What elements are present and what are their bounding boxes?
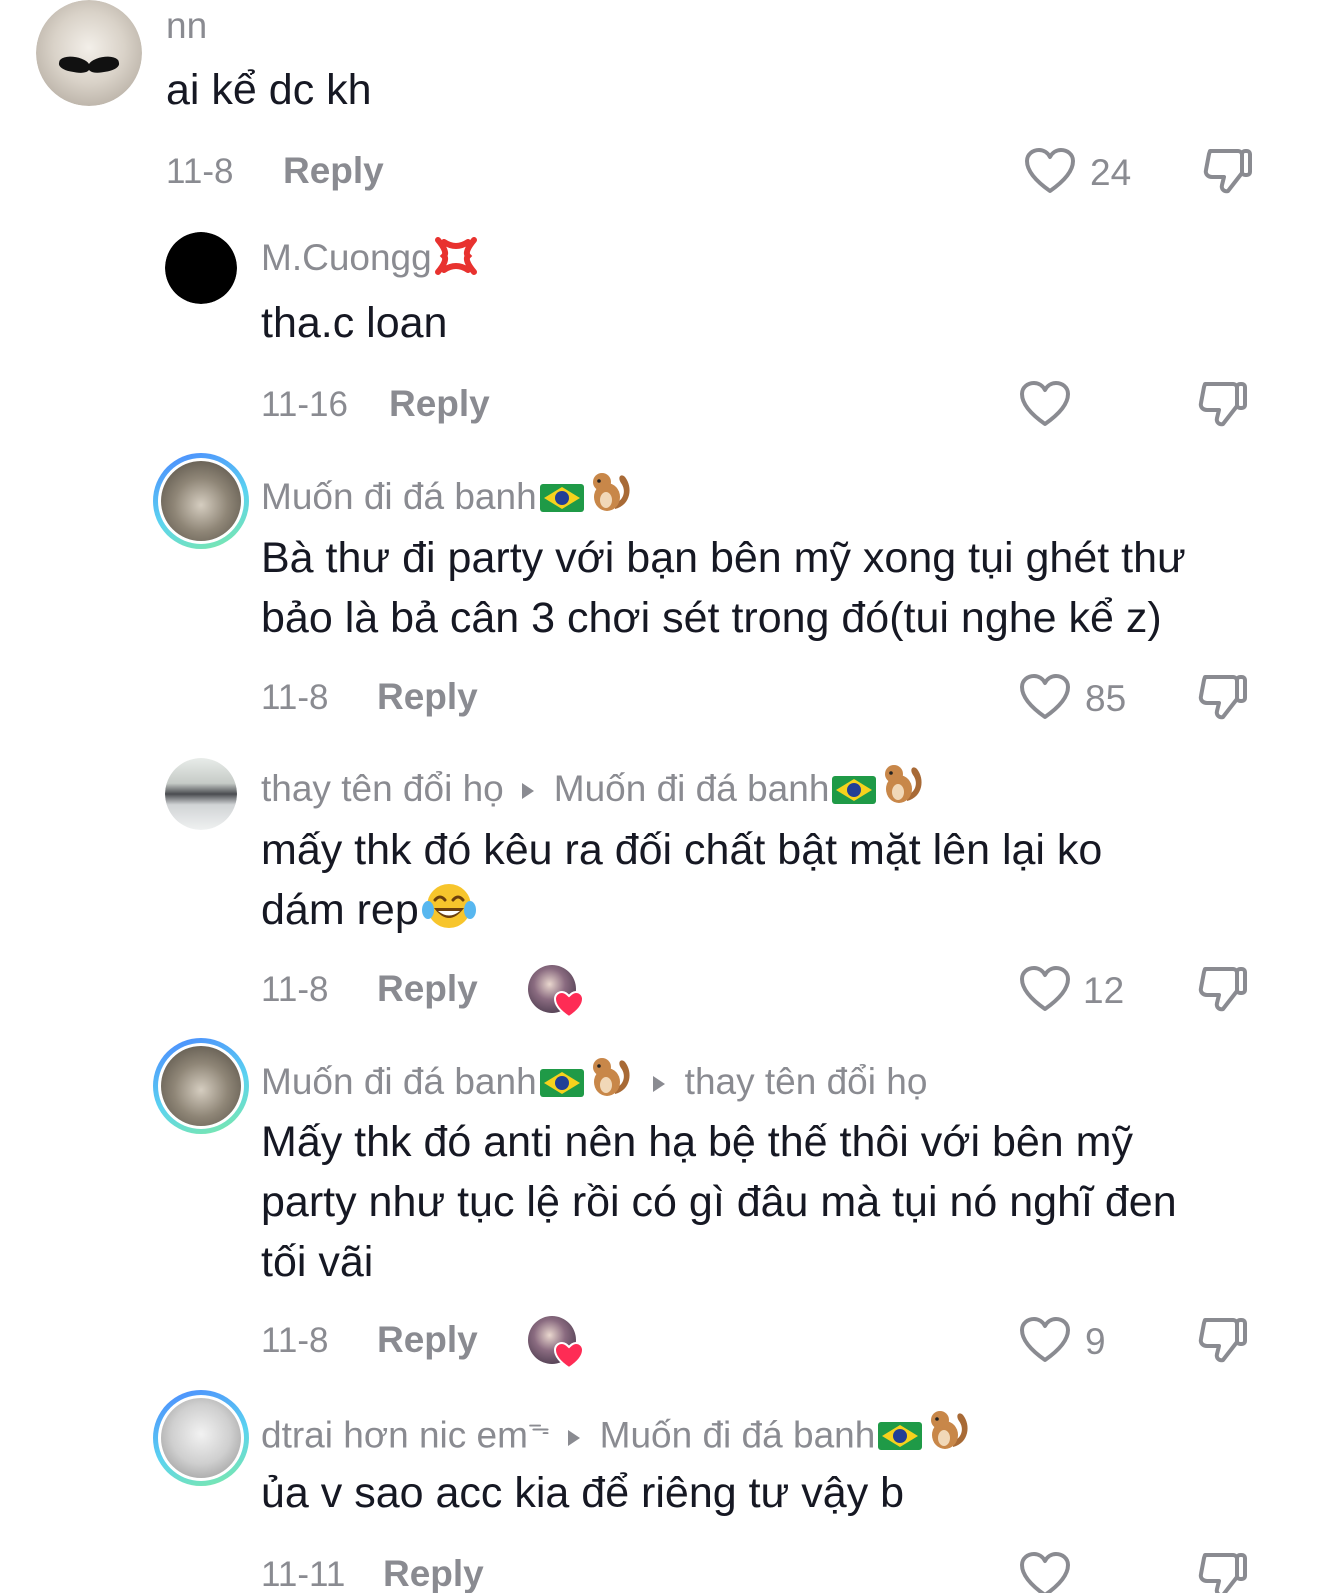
comment-text-line: dám rep <box>261 880 1102 940</box>
reply-arrow-icon <box>567 1429 580 1446</box>
comment-date: 11-11 <box>261 1555 346 1593</box>
like-count: 12 <box>1083 970 1125 1011</box>
comment-text: Mấy thk đó anti nên hạ bệ thế thôi với b… <box>261 1112 1177 1292</box>
brazil-flag-emoji <box>878 1422 923 1451</box>
creator-liked-badge <box>528 1316 584 1370</box>
heart-icon[interactable] <box>1019 1316 1071 1364</box>
thumbs-down-icon[interactable] <box>1197 1549 1249 1593</box>
wolf-avatar-image <box>161 1046 241 1126</box>
thumbs-down-icon[interactable] <box>1197 671 1249 723</box>
black-avatar-image <box>165 232 237 304</box>
heart-icon[interactable] <box>1019 965 1071 1013</box>
reply-button[interactable]: Reply <box>283 150 384 192</box>
classroom-avatar-image <box>165 758 237 830</box>
username-text: Muốn đi đá banh <box>261 476 537 517</box>
avatar[interactable] <box>165 758 237 830</box>
heart-filled-icon <box>554 1342 584 1370</box>
username[interactable]: nn <box>166 4 207 48</box>
brazil-flag-emoji <box>539 1069 584 1097</box>
comment-date: 11-16 <box>261 385 348 424</box>
comment-text: ủa v sao acc kia để riêng tư vậy b <box>261 1469 905 1517</box>
heart-icon[interactable] <box>1019 673 1071 721</box>
username[interactable]: M.Cuongg <box>261 236 478 280</box>
reply-arrow-icon <box>521 783 534 800</box>
comment-date: 11-8 <box>166 152 234 191</box>
comment-text-line: Mấy thk đó anti nên hạ bệ thế thôi với b… <box>261 1118 1133 1166</box>
username[interactable]: thay tên đổi họ Muốn đi đá banh <box>261 761 927 811</box>
thumbs-down-icon[interactable] <box>1197 1314 1249 1366</box>
chipmunk-emoji <box>592 1058 630 1096</box>
cat-mustache-avatar-image <box>36 0 142 106</box>
mirror-selfie-avatar-image <box>161 1398 241 1478</box>
comment-text: ai kể dc kh <box>166 66 372 114</box>
username-text: M.Cuongg <box>261 237 432 278</box>
comment-text-line: bảo là bả cân 3 chơi sét trong đó(tui ng… <box>261 594 1162 642</box>
username[interactable]: Muốn đi đá banh <box>261 469 635 519</box>
heart-icon[interactable] <box>1024 147 1076 195</box>
comment-date: 11-8 <box>261 678 329 717</box>
chipmunk-emoji <box>885 765 922 803</box>
laughing-tears-emoji <box>421 884 476 928</box>
reply-arrow-icon <box>652 1076 665 1093</box>
comment: M.Cuongg tha.c loan 11-16 Reply <box>0 225 1320 440</box>
comment-text-line: tối vãi <box>261 1238 374 1286</box>
brazil-flag-emoji <box>539 484 584 512</box>
comment-text: tha.c loan <box>261 299 448 347</box>
wolf-avatar-image <box>161 461 241 541</box>
comment: nn ai kể dc kh 11-8 Reply 24 <box>0 0 1320 220</box>
avatar[interactable] <box>165 232 237 304</box>
avatar[interactable] <box>36 0 142 106</box>
avatar[interactable] <box>153 1038 249 1134</box>
comment-text-line: mấy thk đó kêu ra đối chất bật mặt lên l… <box>261 826 1103 874</box>
like-count: 9 <box>1085 1321 1106 1362</box>
comment: thay tên đổi họ Muốn đi đá banh mấy thk đ… <box>0 750 1320 1035</box>
avatar[interactable] <box>153 453 249 549</box>
username-suffix: ᯓ <box>527 1414 550 1439</box>
thumbs-down-icon[interactable] <box>1202 145 1254 197</box>
chipmunk-emoji <box>931 1411 968 1450</box>
reply-to-username[interactable]: thay tên đổi họ <box>685 1061 928 1102</box>
chipmunk-emoji <box>592 473 630 511</box>
comment-text: Bà thư đi party với bạn bên mỹ xong tụi … <box>261 528 1186 648</box>
heart-icon[interactable] <box>1019 380 1071 428</box>
thumbs-down-icon[interactable] <box>1197 378 1249 430</box>
anger-symbol-emoji <box>434 237 477 275</box>
like-count: 24 <box>1090 152 1132 193</box>
reply-button[interactable]: Reply <box>377 968 478 1010</box>
username[interactable]: Muốn đi đá banh thay tên đổi họ <box>261 1054 927 1104</box>
like-count: 85 <box>1085 678 1127 719</box>
comment: Muốn đi đá banh Bà thư đi party với bạn … <box>0 450 1320 740</box>
username-text: dtrai hơn nic em <box>261 1414 528 1456</box>
comment-text-line: party như tục lệ rồi có gì đâu mà tụi nó… <box>261 1178 1177 1226</box>
creator-liked-badge <box>528 965 584 1019</box>
reply-to-username[interactable]: Muốn đi đá banh <box>600 1414 876 1455</box>
comment: dtrai hơn nic emᯓ Muốn đi đá banh ủa v sa… <box>0 1388 1320 1593</box>
heart-icon[interactable] <box>1019 1551 1071 1593</box>
thumbs-down-icon[interactable] <box>1197 963 1249 1015</box>
comment-date: 11-8 <box>261 1321 329 1360</box>
username[interactable]: dtrai hơn nic emᯓ Muốn đi đá banh <box>261 1405 973 1457</box>
heart-filled-icon <box>554 991 584 1019</box>
reply-to-username[interactable]: Muốn đi đá banh <box>554 768 830 809</box>
username-text: thay tên đổi họ <box>261 768 504 809</box>
comment-date: 11-8 <box>261 970 329 1009</box>
brazil-flag-emoji <box>832 776 877 804</box>
comment: Muốn đi đá banh thay tên đổi họ Mấy thk đ… <box>0 1035 1320 1380</box>
comment-text-line: Bà thư đi party với bạn bên mỹ xong tụi … <box>261 534 1186 582</box>
avatar[interactable] <box>153 1390 249 1486</box>
username-text: Muốn đi đá banh <box>261 1061 537 1102</box>
reply-button[interactable]: Reply <box>389 383 490 425</box>
comment-text: mấy thk đó kêu ra đối chất bật mặt lên l… <box>261 820 1102 940</box>
reply-button[interactable]: Reply <box>377 676 478 718</box>
reply-button[interactable]: Reply <box>377 1319 478 1361</box>
reply-button[interactable]: Reply <box>383 1553 484 1593</box>
